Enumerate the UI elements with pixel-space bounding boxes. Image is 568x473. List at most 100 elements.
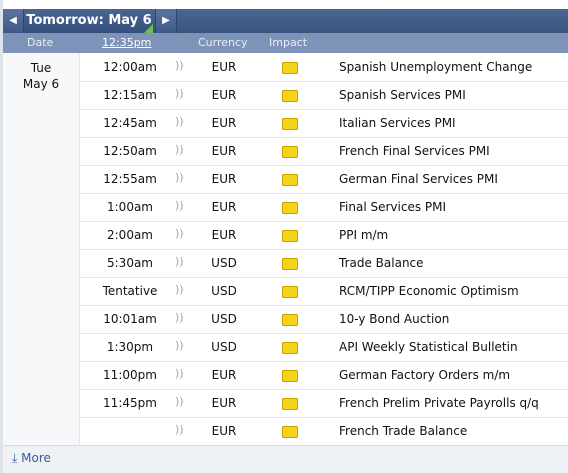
impact-icon[interactable] — [282, 118, 298, 130]
day-label: Tomorrow: May 6 — [26, 13, 152, 28]
sound-icon[interactable]: )) — [175, 199, 184, 212]
impact-icon[interactable] — [282, 258, 298, 270]
table-row[interactable]: 12:00am)) EUR Spanish Unemployment Change — [80, 53, 568, 82]
event-currency: USD — [211, 312, 237, 326]
impact-icon[interactable] — [282, 230, 298, 242]
sound-icon[interactable]: )) — [175, 283, 184, 296]
event-time: Tentative — [102, 284, 158, 298]
event-currency: EUR — [211, 144, 237, 158]
sound-icon[interactable]: )) — [175, 395, 184, 408]
header-currency: Currency — [198, 36, 248, 49]
table-row[interactable]: 12:55am)) EUR German Final Services PMI — [80, 165, 568, 194]
impact-icon[interactable] — [282, 146, 298, 158]
table-row[interactable]: 11:45pm)) EUR French Prelim Private Payrol… — [80, 389, 568, 418]
header-date: Date — [27, 36, 54, 49]
impact-icon[interactable] — [282, 342, 298, 354]
event-title[interactable]: 10-y Bond Auction — [339, 312, 449, 326]
corner-indicator-icon — [144, 24, 153, 33]
impact-icon[interactable] — [282, 62, 298, 74]
event-time: 12:50am — [103, 144, 157, 158]
event-time: 12:00am — [103, 60, 157, 74]
table-row[interactable]: Tentative)) USD RCM/TIPP Economic Optimism — [80, 277, 568, 306]
event-currency: EUR — [211, 424, 237, 438]
event-time: 12:15am — [103, 88, 157, 102]
event-time: 10:01am — [103, 312, 157, 326]
sound-icon[interactable]: )) — [175, 423, 184, 436]
event-time: 12:55am — [103, 172, 157, 186]
event-time: 5:30am — [107, 256, 153, 270]
previous-day-button[interactable]: ◀ — [3, 9, 24, 33]
event-title[interactable]: German Factory Orders m/m — [339, 368, 510, 382]
table-row[interactable]: 12:15am)) EUR Spanish Services PMI — [80, 81, 568, 110]
event-currency: USD — [211, 340, 237, 354]
event-currency: EUR — [211, 200, 237, 214]
table-row[interactable]: 12:45am)) EUR Italian Services PMI — [80, 109, 568, 138]
date-cell: Tue May 6 — [3, 60, 79, 92]
calendar-widget: ◀ Tomorrow: May 6 ▶ Date 12:35pm Currenc… — [3, 0, 568, 473]
event-time: 11:45pm — [103, 396, 157, 410]
impact-icon[interactable] — [282, 90, 298, 102]
sound-icon[interactable]: )) — [175, 311, 184, 324]
impact-icon[interactable] — [282, 398, 298, 410]
event-currency: EUR — [211, 88, 237, 102]
event-title[interactable]: French Prelim Private Payrolls q/q — [339, 396, 539, 410]
impact-icon[interactable] — [282, 370, 298, 382]
chevron-left-icon: ◀ — [9, 15, 17, 26]
event-title[interactable]: RCM/TIPP Economic Optimism — [339, 284, 519, 298]
table-row[interactable]: 1:00am)) EUR Final Services PMI — [80, 193, 568, 222]
event-currency: EUR — [211, 228, 237, 242]
event-currency: EUR — [211, 60, 237, 74]
event-currency: USD — [211, 284, 237, 298]
table-row[interactable]: )) EUR French Trade Balance — [80, 417, 568, 446]
header-impact: Impact — [269, 36, 308, 49]
sound-icon[interactable]: )) — [175, 339, 184, 352]
table-row[interactable]: 5:30am)) USD Trade Balance — [80, 249, 568, 278]
impact-icon[interactable] — [282, 314, 298, 326]
table-row[interactable]: 11:00pm)) EUR German Factory Orders m/m — [80, 361, 568, 390]
event-title[interactable]: PPI m/m — [339, 228, 388, 242]
next-day-button[interactable]: ▶ — [155, 9, 177, 33]
more-link[interactable]: ⤓ More — [12, 451, 51, 466]
more-label: More — [21, 451, 51, 465]
sound-icon[interactable]: )) — [175, 367, 184, 380]
table-row[interactable]: 1:30pm)) USD API Weekly Statistical Bullet… — [80, 333, 568, 362]
impact-icon[interactable] — [282, 202, 298, 214]
date-column: Tue May 6 — [3, 53, 80, 445]
sound-icon[interactable]: )) — [175, 143, 184, 156]
date-weekday: Tue — [30, 61, 52, 75]
event-time: 1:00am — [107, 200, 153, 214]
current-day-tab[interactable]: Tomorrow: May 6 — [24, 9, 154, 33]
table-footer: ⤓ More — [3, 445, 568, 473]
event-currency: USD — [211, 256, 237, 270]
event-title[interactable]: Italian Services PMI — [339, 116, 456, 130]
impact-icon[interactable] — [282, 426, 298, 438]
event-time: 2:00am — [107, 228, 153, 242]
day-navigation: ◀ Tomorrow: May 6 ▶ — [3, 0, 568, 33]
table-row[interactable]: 2:00am)) EUR PPI m/m — [80, 221, 568, 250]
sound-icon[interactable]: )) — [175, 59, 184, 72]
event-currency: EUR — [211, 396, 237, 410]
event-currency: EUR — [211, 116, 237, 130]
impact-icon[interactable] — [282, 286, 298, 298]
event-title[interactable]: Final Services PMI — [339, 200, 446, 214]
header-time-link[interactable]: 12:35pm — [102, 36, 151, 49]
event-title[interactable]: French Trade Balance — [339, 424, 467, 438]
event-title[interactable]: Trade Balance — [339, 256, 424, 270]
event-title[interactable]: Spanish Unemployment Change — [339, 60, 532, 74]
sound-icon[interactable]: )) — [175, 171, 184, 184]
sound-icon[interactable]: )) — [175, 255, 184, 268]
sound-icon[interactable]: )) — [175, 87, 184, 100]
event-time: 12:45am — [103, 116, 157, 130]
event-title[interactable]: API Weekly Statistical Bulletin — [339, 340, 518, 354]
event-title[interactable]: French Final Services PMI — [339, 144, 490, 158]
table-row[interactable]: 10:01am)) USD 10-y Bond Auction — [80, 305, 568, 334]
table-row[interactable]: 12:50am)) EUR French Final Services PMI — [80, 137, 568, 166]
date-day: May 6 — [22, 77, 60, 91]
sound-icon[interactable]: )) — [175, 227, 184, 240]
impact-icon[interactable] — [282, 174, 298, 186]
event-time: 11:00pm — [103, 368, 157, 382]
chevron-right-icon: ▶ — [162, 15, 170, 26]
event-title[interactable]: German Final Services PMI — [339, 172, 498, 186]
sound-icon[interactable]: )) — [175, 115, 184, 128]
event-title[interactable]: Spanish Services PMI — [339, 88, 466, 102]
